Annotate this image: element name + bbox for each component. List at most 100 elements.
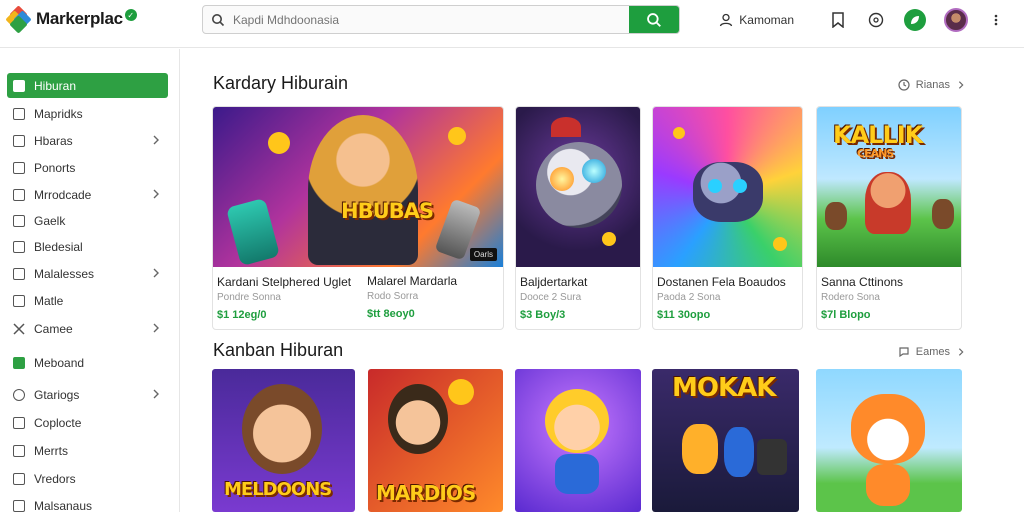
product-image: KALLIK CEANS [817, 107, 961, 267]
see-all-link[interactable]: Rianas [898, 79, 966, 91]
square-icon [13, 107, 25, 120]
product-price: $tt 8eoy0 [367, 308, 415, 320]
app-logo[interactable]: Markerplac ✓ [5, 5, 137, 34]
product-title: Dostanen Fela Boaudos [657, 275, 786, 289]
square-icon [13, 294, 25, 307]
sidebar-item-hiburan[interactable]: Hiburan [7, 73, 168, 98]
art-title: MELDOONS [224, 479, 332, 500]
bookmark-icon[interactable] [828, 10, 848, 30]
game-thumbnail[interactable]: MARDIOS [368, 369, 503, 512]
more-vert-icon[interactable] [986, 10, 1006, 30]
sidebar-item-coplocte[interactable]: Coplocte [7, 410, 168, 435]
leaf-icon[interactable] [904, 9, 926, 31]
sidebar-item-label: Gaelk [34, 213, 66, 228]
product-card[interactable]: Dostanen Fela Boaudos Paoda 2 Sona $11 3… [652, 106, 803, 330]
section-title: Kardary Hiburain [213, 73, 349, 93]
sidebar-item-merrts[interactable]: Merrts [7, 438, 168, 463]
product-subtitle: Rodero Sona [821, 292, 880, 303]
square-icon [13, 472, 25, 485]
sidebar-item-matle[interactable]: Matle [7, 288, 168, 313]
sidebar-item-label: Camee [34, 321, 73, 336]
art-title: MARDIOS [376, 481, 476, 505]
sidebar-item-camee[interactable]: Camee [7, 316, 168, 341]
product-price: $1 12eg/0 [217, 309, 267, 321]
sidebar-item-gaelk[interactable]: Gaelk [7, 208, 168, 233]
product-subtitle: Rodo Sorra [367, 291, 419, 302]
sidebar-item-vredors[interactable]: Vredors [7, 466, 168, 491]
list-icon [13, 188, 25, 201]
tag-badge: Oarls [469, 248, 497, 261]
sidebar-item-mapridks[interactable]: Mapridks [7, 101, 168, 126]
sidebar-item-label: Malsanaus [34, 498, 93, 513]
sidebar-item-label: Meboand [34, 355, 85, 370]
sidebar-item-label: Hiburan [34, 78, 77, 93]
chevron-right-icon [958, 348, 964, 356]
sidebar-item-mrrodcade[interactable]: Mrrodcade [7, 182, 168, 207]
sidebar-item-label: Merrts [34, 443, 68, 458]
check-square-icon [13, 79, 25, 92]
see-all-link[interactable]: Eames [898, 346, 966, 358]
art-subtitle: CEANS [857, 147, 894, 160]
sidebar-item-gtariogs[interactable]: Gtariogs [7, 382, 168, 407]
product-title: Sanna Cttinons [821, 275, 904, 289]
gear-icon [13, 388, 25, 401]
sidebar-item-label: Bledesial [34, 239, 83, 254]
search-input[interactable] [233, 6, 629, 33]
product-card[interactable]: HBUBAS Oarls Kardani Stelphered Uglet Po… [212, 106, 504, 330]
check-square-icon [13, 356, 25, 369]
product-price: $3 Boy/3 [520, 309, 566, 321]
sidebar-item-malsanaus[interactable]: Malsanaus [7, 493, 168, 518]
product-subtitle: Pondre Sonna [217, 292, 281, 303]
product-subtitle: Dooce 2 Sura [520, 292, 582, 303]
square-icon [13, 134, 25, 147]
see-all-label: Eames [915, 346, 950, 358]
sidebar-item-bledesial[interactable]: Bledesial [7, 234, 168, 259]
user-account-link[interactable]: Kamoman [719, 13, 794, 27]
sidebar-item-label: Gtariogs [34, 387, 80, 402]
sidebar-item-ponorts[interactable]: Ponorts [7, 155, 168, 180]
game-thumbnail[interactable]: MELDOONS [212, 369, 355, 512]
sidebar-item-label: Coplocte [34, 415, 82, 430]
sidebar-item-hbaras[interactable]: Hbaras [7, 128, 168, 153]
sidebar-item-malalesses[interactable]: Malalesses [7, 261, 168, 286]
search-submit-icon [647, 12, 661, 27]
list-icon [13, 416, 25, 429]
art-title: HBUBAS [341, 199, 434, 223]
game-thumbnail[interactable] [816, 369, 962, 512]
product-title: Kardani Stelphered Uglet [217, 275, 352, 289]
art-title: MOKAK [672, 373, 776, 403]
game-thumbnail[interactable]: MOKAK [652, 369, 799, 512]
game-thumbnail[interactable] [515, 369, 641, 512]
product-title[interactable]: Malarel Mardarla [367, 274, 457, 288]
chevron-right-icon [958, 81, 964, 89]
sidebar-item-label: Ponorts [34, 160, 76, 175]
square-icon [13, 214, 25, 227]
product-title: Baljdertarkat [520, 275, 588, 289]
sidebar-item-label: Matle [34, 293, 64, 308]
sidebar-item-label: Mapridks [34, 106, 83, 121]
art-title: KALLIK [833, 121, 923, 149]
product-subtitle: Paoda 2 Sona [657, 292, 721, 303]
list-icon [13, 499, 25, 512]
product-card[interactable]: KALLIK CEANS Sanna Cttinons Rodero Sona … [816, 106, 962, 330]
user-icon [720, 13, 733, 27]
clock-icon [898, 79, 910, 91]
sidebar-item-label: Mrrodcade [34, 187, 92, 202]
search-icon [203, 6, 233, 33]
settings-circle-icon[interactable] [866, 10, 886, 30]
search-button[interactable] [629, 6, 679, 33]
avatar[interactable] [944, 8, 968, 32]
search-bar [202, 5, 680, 34]
top-header: Markerplac ✓ Kamoman [0, 0, 1024, 48]
app-name: Markerplac [36, 9, 123, 28]
tools-icon [13, 322, 25, 335]
sidebar-item-label: Hbaras [34, 133, 73, 148]
product-card[interactable]: Baljdertarkat Dooce 2 Sura $3 Boy/3 [515, 106, 641, 330]
logo-mark-icon [5, 5, 32, 34]
sidebar: Hiburan Mapridks Hbaras Ponorts Mrrodcad… [0, 49, 180, 513]
product-image [516, 107, 640, 267]
chevron-right-icon [153, 189, 159, 199]
section-title: Kanban Hiburan [213, 340, 344, 360]
product-image [653, 107, 802, 267]
sidebar-item-meboand[interactable]: Meboand [7, 350, 168, 375]
